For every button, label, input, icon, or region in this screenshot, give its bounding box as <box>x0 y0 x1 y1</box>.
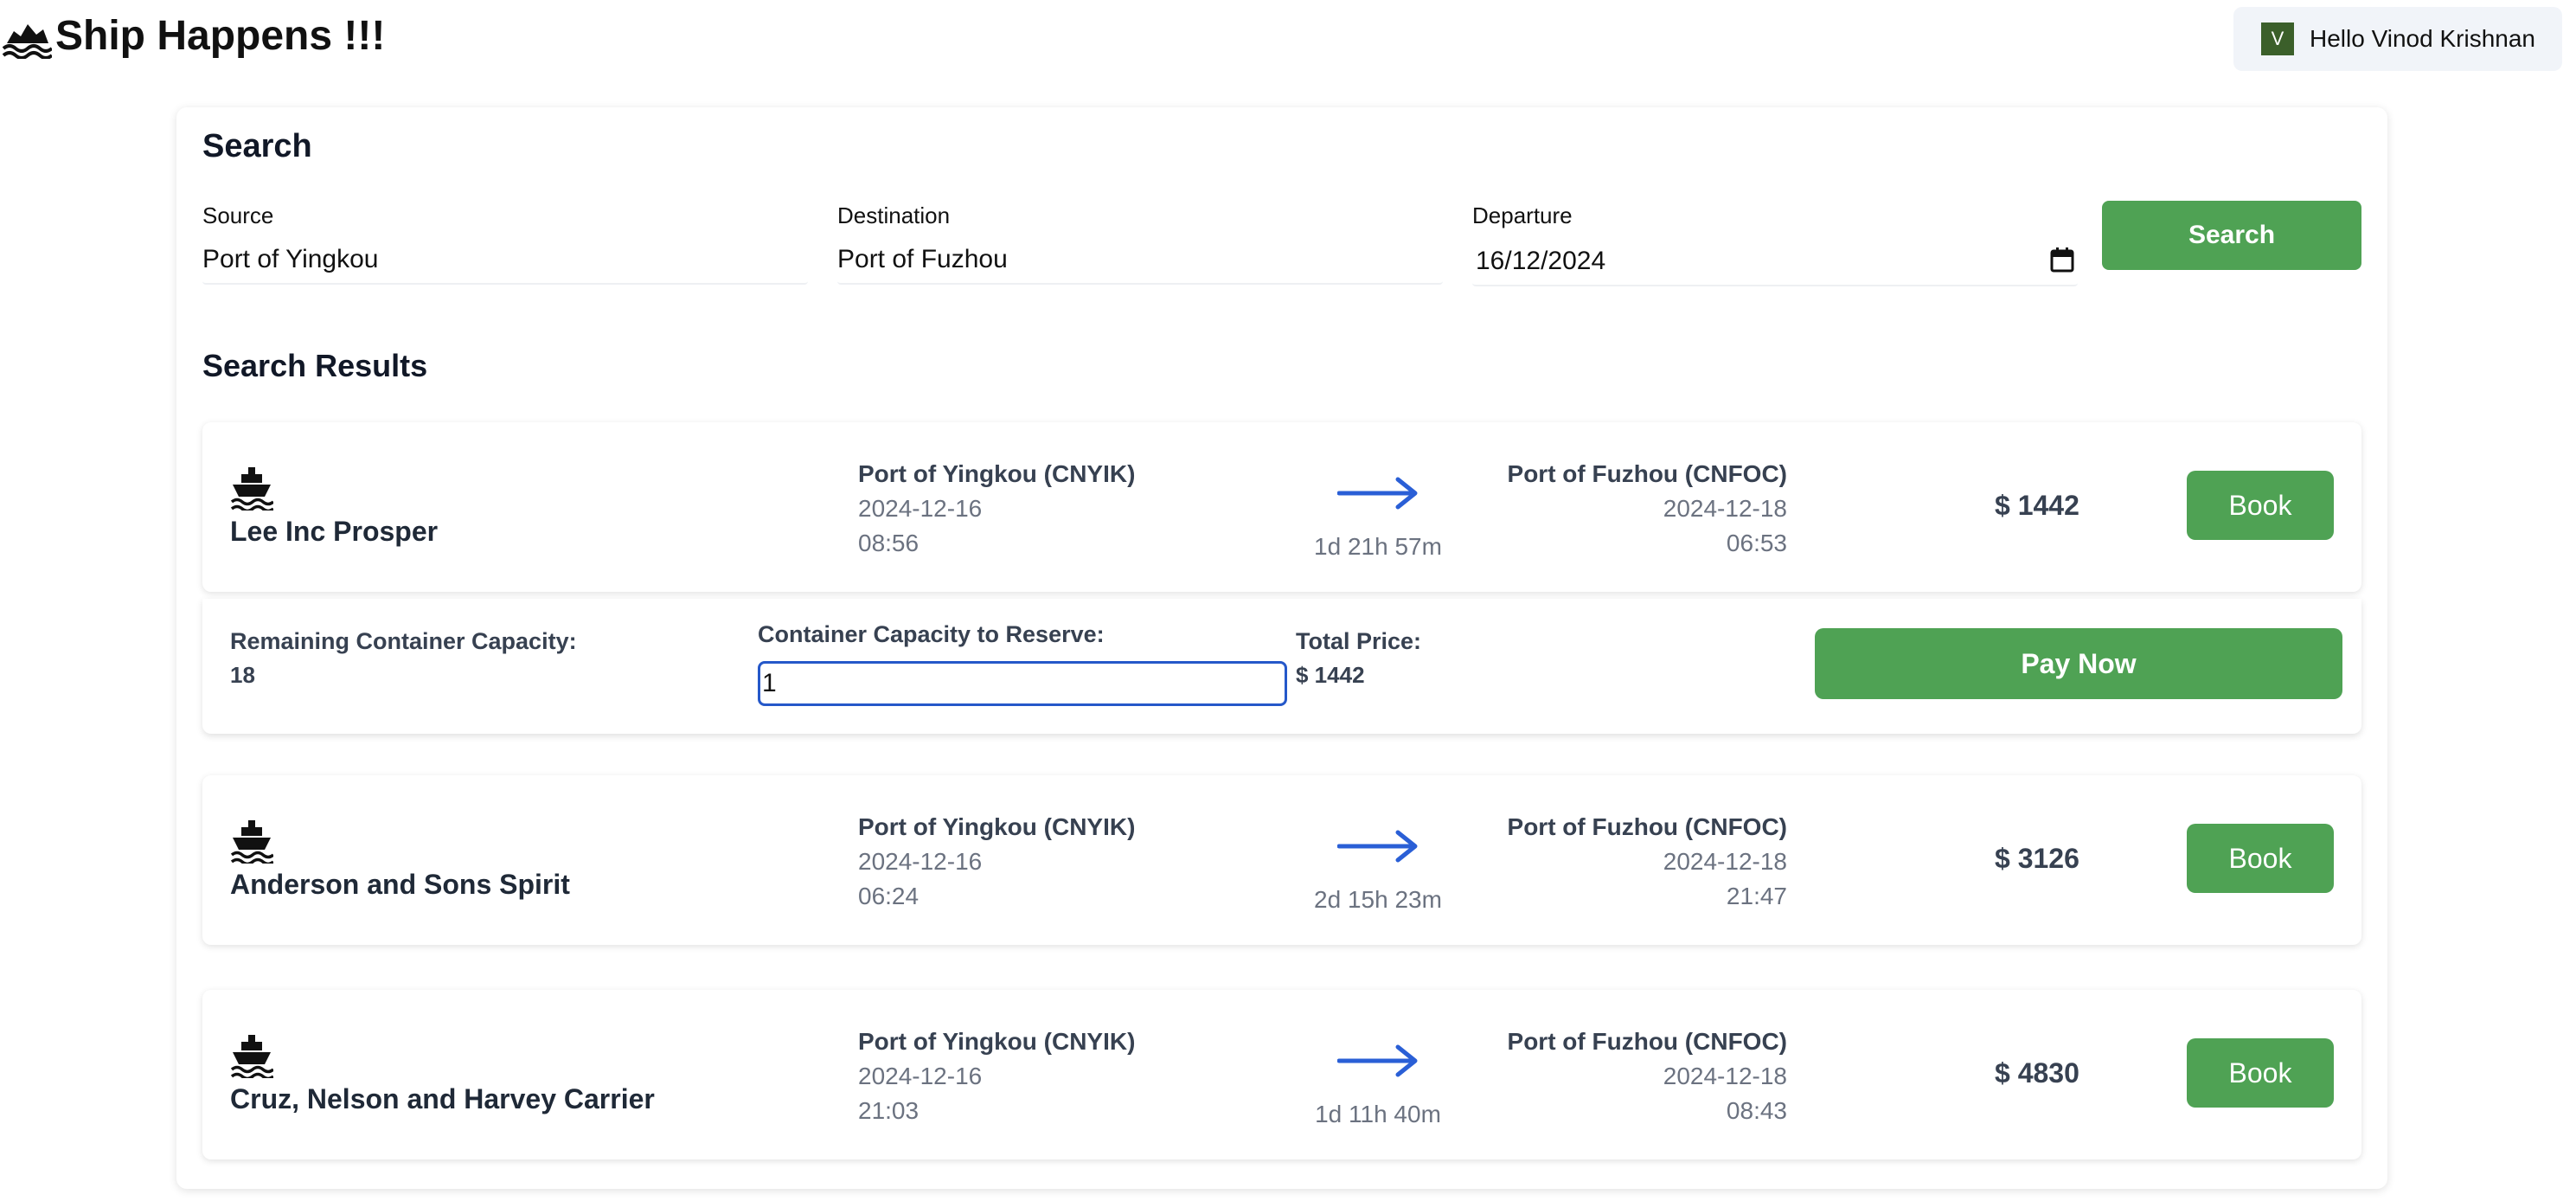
app-title: Ship Happens !!! <box>55 13 386 59</box>
result-card: Lee Inc Prosper Port of Yingkou (CNYIK) … <box>202 422 2361 592</box>
origin-date: 2024-12-16 <box>858 495 983 522</box>
brand: Ship Happens !!! <box>2 12 385 60</box>
destination-port: Port of Fuzhou (CNFOC) <box>1507 813 1787 840</box>
vessel-name: Lee Inc Prosper <box>230 516 439 547</box>
arrow-right-icon <box>1336 1044 1419 1078</box>
user-greeting: Hello Vinod Krishnan <box>2310 25 2535 52</box>
departure-date-input[interactable]: 16/12/2024 <box>1472 241 2078 286</box>
total-price-value: $ 1442 <box>1296 662 1365 688</box>
departure-label: Departure <box>1472 202 1573 228</box>
arrow-right-icon <box>1336 476 1419 511</box>
destination-port: Port of Fuzhou (CNFOC) <box>1507 460 1787 487</box>
booking-panel: Remaining Container Capacity: 18 Contain… <box>202 599 2361 734</box>
destination-label: Destination <box>837 202 951 228</box>
result-card: Anderson and Sons Spirit Port of Yingkou… <box>202 775 2361 945</box>
destination-time: 21:47 <box>1726 883 1787 909</box>
search-results-title: Search Results <box>202 348 428 383</box>
app-header: Ship Happens !!! V Hello Vinod Krishnan <box>0 0 2576 87</box>
source-input[interactable] <box>202 241 808 285</box>
calendar-icon[interactable] <box>2050 247 2074 273</box>
destination-info: Port of Fuzhou (CNFOC) 2024-12-18 21:47 <box>1413 810 1787 914</box>
origin-time: 08:56 <box>858 530 920 556</box>
book-button[interactable]: Book <box>2187 1038 2334 1108</box>
ship-icon <box>230 1033 275 1081</box>
total-price: Total Price: $ 1442 <box>1296 628 1421 689</box>
origin-info: Port of Yingkou (CNYIK) 2024-12-16 08:56 <box>858 457 1135 561</box>
origin-info: Port of Yingkou (CNYIK) 2024-12-16 21:03 <box>858 1024 1135 1128</box>
destination-info: Port of Fuzhou (CNFOC) 2024-12-18 08:43 <box>1413 1024 1787 1128</box>
search-title: Search <box>202 128 312 164</box>
origin-date: 2024-12-16 <box>858 848 983 875</box>
search-button[interactable]: Search <box>2102 201 2361 270</box>
result-card: Cruz, Nelson and Harvey Carrier Port of … <box>202 990 2361 1159</box>
origin-time: 21:03 <box>858 1097 920 1124</box>
remaining-capacity: Remaining Container Capacity: 18 <box>230 628 577 689</box>
source-label: Source <box>202 202 274 228</box>
source-field: Source <box>202 202 808 285</box>
origin-port: Port of Yingkou (CNYIK) <box>858 813 1136 840</box>
main-card: Search Source Destination Departure 16/1… <box>176 107 2387 1189</box>
destination-info: Port of Fuzhou (CNFOC) 2024-12-18 06:53 <box>1413 457 1787 561</box>
avatar: V <box>2261 22 2294 55</box>
arrow-right-icon <box>1336 829 1419 864</box>
vessel-name: Anderson and Sons Spirit <box>230 869 570 900</box>
ship-icon <box>230 819 275 866</box>
destination-field: Destination <box>837 202 1443 285</box>
destination-date: 2024-12-18 <box>1663 495 1787 522</box>
destination-input[interactable] <box>837 241 1443 285</box>
remaining-capacity-value: 18 <box>230 662 255 688</box>
ship-icon <box>230 466 275 513</box>
user-menu[interactable]: V Hello Vinod Krishnan <box>2233 7 2562 71</box>
origin-date: 2024-12-16 <box>858 1063 983 1089</box>
remaining-capacity-label: Remaining Container Capacity: <box>230 628 577 654</box>
reserve-capacity-input[interactable] <box>758 661 1287 706</box>
origin-info: Port of Yingkou (CNYIK) 2024-12-16 06:24 <box>858 810 1135 914</box>
price: $ 4830 <box>1995 1057 2079 1089</box>
book-button[interactable]: Book <box>2187 824 2334 893</box>
origin-port: Port of Yingkou (CNYIK) <box>858 460 1136 487</box>
destination-date: 2024-12-18 <box>1663 1063 1787 1089</box>
reserve-capacity-label: Container Capacity to Reserve: <box>758 621 1105 647</box>
total-price-label: Total Price: <box>1296 628 1422 654</box>
book-button[interactable]: Book <box>2187 471 2334 540</box>
origin-port: Port of Yingkou (CNYIK) <box>858 1028 1136 1055</box>
destination-date: 2024-12-18 <box>1663 848 1787 875</box>
destination-time: 06:53 <box>1726 530 1787 556</box>
origin-time: 06:24 <box>858 883 920 909</box>
departure-date-value[interactable]: 16/12/2024 <box>1472 241 2078 286</box>
pay-now-button[interactable]: Pay Now <box>1815 628 2342 699</box>
ship-wave-icon <box>2 14 52 59</box>
destination-port: Port of Fuzhou (CNFOC) <box>1507 1028 1787 1055</box>
vessel-name: Cruz, Nelson and Harvey Carrier <box>230 1083 655 1114</box>
departure-field: Departure 16/12/2024 <box>1472 202 2078 286</box>
price: $ 1442 <box>1995 490 2079 521</box>
destination-time: 08:43 <box>1726 1097 1787 1124</box>
price: $ 3126 <box>1995 843 2079 874</box>
